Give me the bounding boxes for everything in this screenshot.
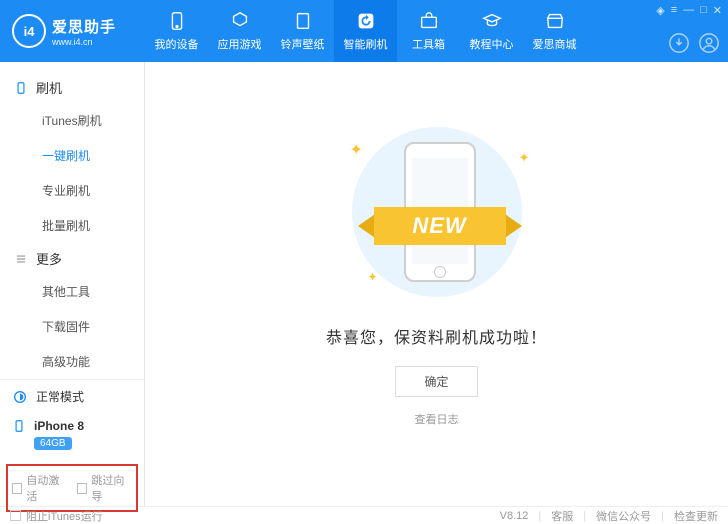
sidebar-item-one-click-flash[interactable]: 一键刷机 — [0, 138, 144, 173]
version-label: V8.12 — [500, 510, 529, 522]
auto-activate-checkbox[interactable]: 自动激活 — [12, 472, 67, 504]
success-illustration: ✦ ✦ ✦ NEW — [332, 122, 542, 302]
ribbon-text: NEW — [374, 207, 506, 245]
sidebar-item-pro-flash[interactable]: 专业刷机 — [0, 173, 144, 208]
store-icon — [544, 10, 566, 32]
refresh-icon — [355, 10, 377, 32]
close-icon[interactable]: ✕ — [713, 4, 722, 17]
phone-icon — [166, 10, 188, 32]
nav-apps-games[interactable]: 应用游戏 — [208, 0, 271, 62]
mode-label: 正常模式 — [36, 388, 84, 405]
sidebar: 刷机 iTunes刷机 一键刷机 专业刷机 批量刷机 更多 其他工具 下载固件 … — [0, 62, 145, 506]
view-log-link[interactable]: 查看日志 — [415, 411, 459, 427]
toolbox-icon — [418, 10, 440, 32]
main-nav: 我的设备 应用游戏 铃声壁纸 智能刷机 工具箱 教程中心 爱思商城 — [145, 0, 728, 62]
nav-label: 铃声壁纸 — [281, 36, 325, 52]
check-update-link[interactable]: 检查更新 — [674, 508, 718, 524]
block-itunes-checkbox[interactable]: 阻止iTunes运行 — [10, 508, 103, 524]
minimize-icon[interactable]: — — [683, 4, 694, 17]
nav-my-device[interactable]: 我的设备 — [145, 0, 208, 62]
device-mode-row[interactable]: 正常模式 — [0, 380, 144, 413]
cat-title: 刷机 — [36, 78, 62, 97]
highlighted-options: 自动激活 跳过向导 — [6, 464, 138, 512]
new-ribbon: NEW — [360, 202, 520, 250]
logo-mark: i4 — [12, 14, 46, 48]
menu-icon[interactable]: ≡ — [671, 4, 677, 17]
maximize-icon[interactable]: □ — [700, 4, 707, 17]
app-domain: www.i4.cn — [52, 37, 116, 47]
sidebar-item-advanced[interactable]: 高级功能 — [0, 344, 144, 379]
download-icon[interactable] — [668, 32, 690, 54]
skin-icon[interactable]: ◈ — [656, 4, 664, 17]
sparkle-icon: ✦ — [350, 140, 363, 160]
sidebar-item-other-tools[interactable]: 其他工具 — [0, 274, 144, 309]
graduation-icon — [481, 10, 503, 32]
ok-button[interactable]: 确定 — [395, 366, 477, 397]
chk-label: 跳过向导 — [91, 472, 132, 504]
nav-label: 工具箱 — [412, 36, 445, 52]
user-icon[interactable] — [698, 32, 720, 54]
nav-toolbox[interactable]: 工具箱 — [397, 0, 460, 62]
sparkle-icon: ✦ — [519, 150, 530, 166]
app-logo: i4 爱思助手 www.i4.cn — [0, 14, 145, 48]
chk-label: 阻止iTunes运行 — [26, 508, 103, 524]
app-name: 爱思助手 — [52, 16, 116, 37]
sidebar-item-itunes-flash[interactable]: iTunes刷机 — [0, 103, 144, 138]
device-outline-icon — [14, 81, 28, 95]
nav-label: 我的设备 — [155, 36, 199, 52]
note-icon — [292, 10, 314, 32]
user-area — [668, 32, 720, 54]
success-message: 恭喜您，保资料刷机成功啦！ — [326, 324, 547, 348]
small-phone-icon — [12, 419, 26, 433]
chk-label: 自动激活 — [26, 472, 67, 504]
sidebar-item-download-firmware[interactable]: 下载固件 — [0, 309, 144, 344]
sidebar-cat-flash: 刷机 — [0, 72, 144, 103]
wechat-link[interactable]: 微信公众号 — [596, 508, 651, 524]
nav-store[interactable]: 爱思商城 — [523, 0, 586, 62]
cat-title: 更多 — [36, 249, 62, 268]
app-header: i4 爱思助手 www.i4.cn 我的设备 应用游戏 铃声壁纸 智能刷机 工具… — [0, 0, 728, 62]
nav-tutorials[interactable]: 教程中心 — [460, 0, 523, 62]
nav-label: 爱思商城 — [533, 36, 577, 52]
sidebar-item-batch-flash[interactable]: 批量刷机 — [0, 208, 144, 243]
window-controls: ◈ ≡ — □ ✕ — [656, 4, 722, 17]
nav-ringtone-wallpaper[interactable]: 铃声壁纸 — [271, 0, 334, 62]
mode-icon — [12, 389, 28, 405]
sparkle-icon: ✦ — [368, 270, 378, 284]
skip-guide-checkbox[interactable]: 跳过向导 — [77, 472, 132, 504]
device-name: iPhone 8 — [34, 419, 84, 433]
main-content: ✦ ✦ ✦ NEW 恭喜您，保资料刷机成功啦！ 确定 查看日志 — [145, 62, 728, 506]
list-icon — [14, 252, 28, 266]
sidebar-cat-more: 更多 — [0, 243, 144, 274]
device-row[interactable]: iPhone 8 64GB — [0, 413, 144, 460]
nav-label: 智能刷机 — [344, 36, 388, 52]
capacity-badge: 64GB — [34, 437, 72, 450]
nav-smart-flash[interactable]: 智能刷机 — [334, 0, 397, 62]
support-link[interactable]: 客服 — [551, 508, 573, 524]
nav-label: 教程中心 — [470, 36, 514, 52]
nav-label: 应用游戏 — [218, 36, 262, 52]
apps-icon — [229, 10, 251, 32]
